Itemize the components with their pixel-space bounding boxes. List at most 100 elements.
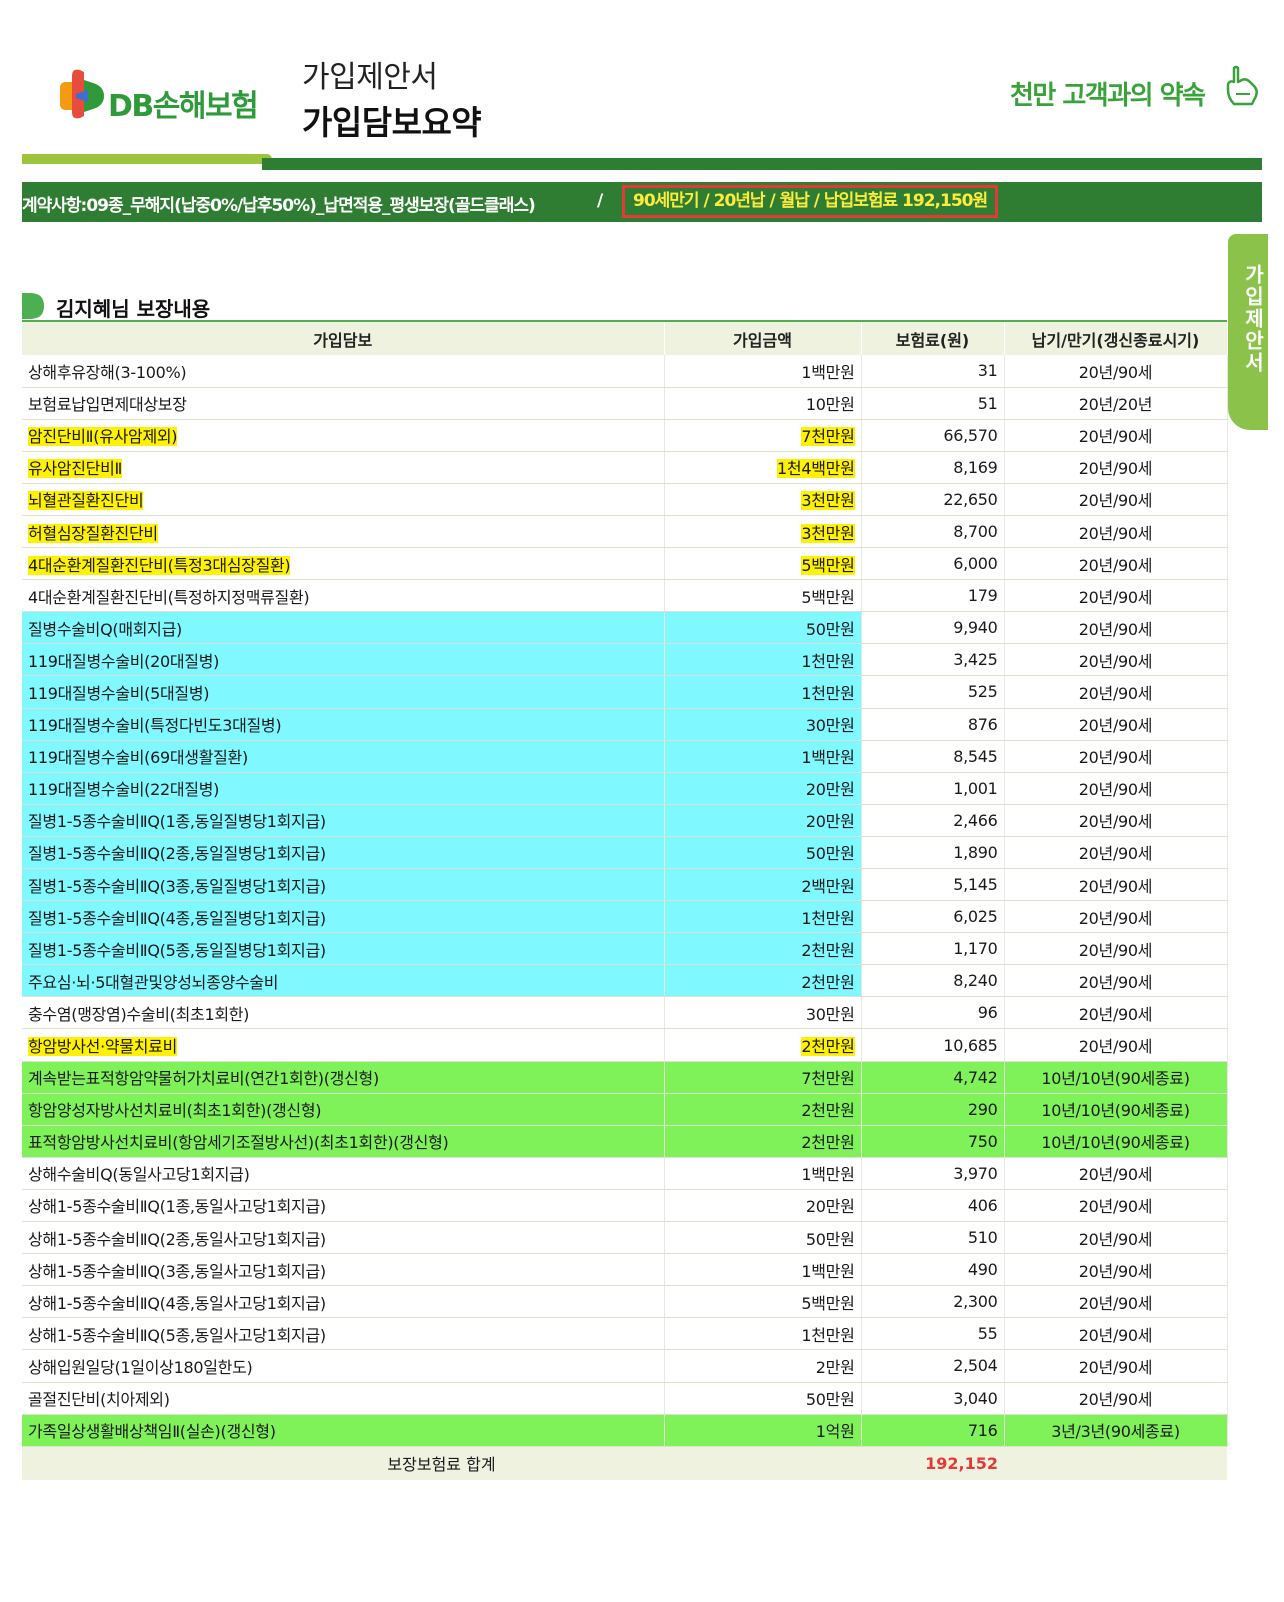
coverage-premium-text: 55	[977, 1324, 998, 1344]
coverage-term-cell: 3년/3년(90세종료)	[1004, 1414, 1228, 1447]
coverage-term-cell: 20년/90세	[1004, 772, 1228, 805]
coverage-premium-text: 8,545	[953, 746, 998, 766]
coverage-premium-text: 10,685	[943, 1035, 998, 1055]
coverage-premium-cell: 31	[861, 355, 1005, 388]
coverage-premium-cell: 1,890	[861, 836, 1005, 870]
coverage-name-text: 상해1-5종수술비ⅡQ(4종,동일사고당1회지급)	[28, 1293, 326, 1313]
coverage-term-cell: 20년/90세	[1004, 483, 1228, 516]
coverage-premium-cell: 8,169	[861, 451, 1005, 484]
coverage-name-text: 119대질병수술비(69대생활질환)	[28, 748, 248, 768]
header-amount: 가입금액	[664, 322, 862, 355]
coverage-amount-text: 1천만원	[801, 683, 855, 703]
coverage-term-text: 10년/10년(90세종료)	[1041, 1069, 1190, 1089]
coverage-term-cell: 20년/90세	[1004, 451, 1228, 484]
coverage-premium-text: 66,570	[943, 425, 998, 445]
coverage-premium-cell: 750	[861, 1125, 1005, 1158]
contract-separator: /	[597, 191, 603, 211]
coverage-premium-text: 8,700	[953, 522, 998, 542]
coverage-amount-cell: 5백만원	[664, 579, 862, 613]
coverage-name-cell: 허혈심장질환진단비	[22, 515, 665, 549]
table-row: 상해후유장해(3-100%) 1백만원 31 20년/90세	[22, 355, 1228, 388]
total-value: 192,152	[861, 1446, 1004, 1481]
coverage-term-cell: 20년/90세	[1004, 1028, 1228, 1062]
table-row: 충수염(맹장염)수술비(최초1회한) 30만원 96 20년/90세	[22, 996, 1228, 1030]
section-bullet-icon	[22, 293, 44, 319]
coverage-name-text: 충수염(맹장염)수술비(최초1회한)	[28, 1004, 250, 1024]
coverage-premium-text: 9,940	[953, 618, 998, 638]
coverage-term-text: 20년/90세	[1078, 812, 1153, 832]
coverage-name-cell: 상해1-5종수술비ⅡQ(5종,동일사고당1회지급)	[22, 1317, 665, 1351]
coverage-name-cell: 상해후유장해(3-100%)	[22, 355, 665, 388]
coverage-amount-cell: 50만원	[664, 1382, 862, 1415]
coverage-premium-text: 1,170	[953, 939, 998, 959]
header-coverage: 가입담보	[22, 322, 665, 355]
coverage-name-cell: 질병1-5종수술비ⅡQ(3종,동일질병당1회지급)	[22, 868, 665, 902]
coverage-premium-text: 876	[967, 714, 998, 734]
table-row: 보험료납입면제대상보장 10만원 51 20년/20년	[22, 387, 1228, 420]
coverage-amount-text: 1천만원	[801, 1325, 855, 1345]
coverage-term-cell: 10년/10년(90세종료)	[1004, 1125, 1228, 1158]
table-row: 119대질병수술비(22대질병) 20만원 1,001 20년/90세	[22, 772, 1228, 805]
coverage-term-cell: 10년/10년(90세종료)	[1004, 1093, 1228, 1126]
coverage-premium-cell: 406	[861, 1189, 1005, 1223]
coverage-premium-cell: 490	[861, 1253, 1005, 1287]
coverage-name-text: 상해1-5종수술비ⅡQ(5종,동일사고당1회지급)	[28, 1325, 326, 1345]
coverage-name-cell: 골절진단비(치아제외)	[22, 1382, 665, 1415]
coverage-term-text: 20년/90세	[1078, 1357, 1153, 1377]
coverage-term-cell: 20년/90세	[1004, 740, 1228, 773]
hand-promise-icon	[1226, 65, 1258, 106]
coverage-name-text: 항암양성자방사선치료비(최초1회한)(갱신형)	[28, 1101, 322, 1121]
coverage-name-cell: 뇌혈관질환진단비	[22, 483, 665, 516]
coverage-term-text: 20년/90세	[1078, 459, 1153, 479]
table-row: 암진단비Ⅱ(유사암제외) 7천만원 66,570 20년/90세	[22, 419, 1228, 452]
coverage-term-text: 20년/90세	[1078, 619, 1153, 639]
coverage-name-text: 질병1-5종수술비ⅡQ(1종,동일질병당1회지급)	[28, 812, 326, 832]
coverage-amount-cell: 30만원	[664, 708, 862, 741]
coverage-term-text: 20년/90세	[1078, 1293, 1153, 1313]
coverage-name-cell: 상해수술비Q(동일사고당1회지급)	[22, 1157, 665, 1190]
coverage-premium-cell: 2,466	[861, 804, 1005, 837]
coverage-amount-text: 2천만원	[801, 1133, 855, 1153]
coverage-premium-cell: 96	[861, 996, 1005, 1030]
table-row: 항암방사선·약물치료비 2천만원 10,685 20년/90세	[22, 1028, 1228, 1062]
coverage-name-cell: 질병1-5종수술비ⅡQ(5종,동일질병당1회지급)	[22, 932, 665, 966]
coverage-term-cell: 20년/90세	[1004, 1189, 1228, 1223]
coverage-amount-text: 1천4백만원	[777, 459, 855, 479]
side-tab-proposal[interactable]: 가입제안서	[1228, 234, 1268, 430]
coverage-term-cell: 20년/90세	[1004, 1382, 1228, 1415]
coverage-term-cell: 20년/90세	[1004, 1157, 1228, 1190]
company-logo: DB손해보험	[58, 64, 288, 128]
coverage-premium-cell: 10,685	[861, 1028, 1005, 1062]
coverage-premium-cell: 8,240	[861, 964, 1005, 998]
coverage-premium-cell: 6,000	[861, 547, 1005, 581]
table-row: 질병1-5종수술비ⅡQ(1종,동일질병당1회지급) 20만원 2,466 20년/90…	[22, 804, 1228, 837]
coverage-term-text: 20년/90세	[1078, 427, 1153, 447]
coverage-name-text: 주요심·뇌·5대혈관및양성뇌종양수술비	[28, 972, 279, 992]
coverage-term-text: 10년/10년(90세종료)	[1041, 1101, 1190, 1121]
coverage-amount-text: 20만원	[805, 812, 855, 832]
coverage-amount-cell: 2천만원	[664, 1093, 862, 1126]
coverage-term-text: 20년/90세	[1078, 1165, 1153, 1185]
coverage-amount-text: 7천만원	[801, 427, 855, 447]
coverage-name-text: 상해1-5종수술비ⅡQ(1종,동일사고당1회지급)	[28, 1197, 326, 1217]
coverage-amount-text: 20만원	[805, 1197, 855, 1217]
coverage-amount-cell: 1백만원	[664, 1253, 862, 1287]
coverage-name-cell: 119대질병수술비(69대생활질환)	[22, 740, 665, 773]
coverage-premium-text: 525	[967, 682, 998, 702]
coverage-premium-text: 716	[967, 1420, 998, 1440]
coverage-term-text: 20년/90세	[1078, 1229, 1153, 1249]
coverage-term-cell: 20년/90세	[1004, 1317, 1228, 1351]
coverage-name-text: 허혈심장질환진단비	[28, 523, 158, 543]
coverage-term-cell: 20년/90세	[1004, 355, 1228, 388]
coverage-premium-text: 96	[977, 1003, 998, 1023]
coverage-premium-cell: 51	[861, 387, 1005, 420]
coverage-name-text: 질병1-5종수술비ⅡQ(2종,동일질병당1회지급)	[28, 844, 326, 864]
coverage-premium-text: 31	[977, 361, 998, 381]
coverage-premium-text: 3,040	[953, 1388, 998, 1408]
coverage-term-text: 20년/90세	[1078, 908, 1153, 928]
coverage-premium-text: 179	[967, 586, 998, 606]
coverage-amount-cell: 2천만원	[664, 1028, 862, 1062]
coverage-term-text: 20년/90세	[1078, 523, 1153, 543]
coverage-amount-text: 1천만원	[801, 651, 855, 671]
document-subtitle: 가입제안서	[302, 60, 438, 95]
